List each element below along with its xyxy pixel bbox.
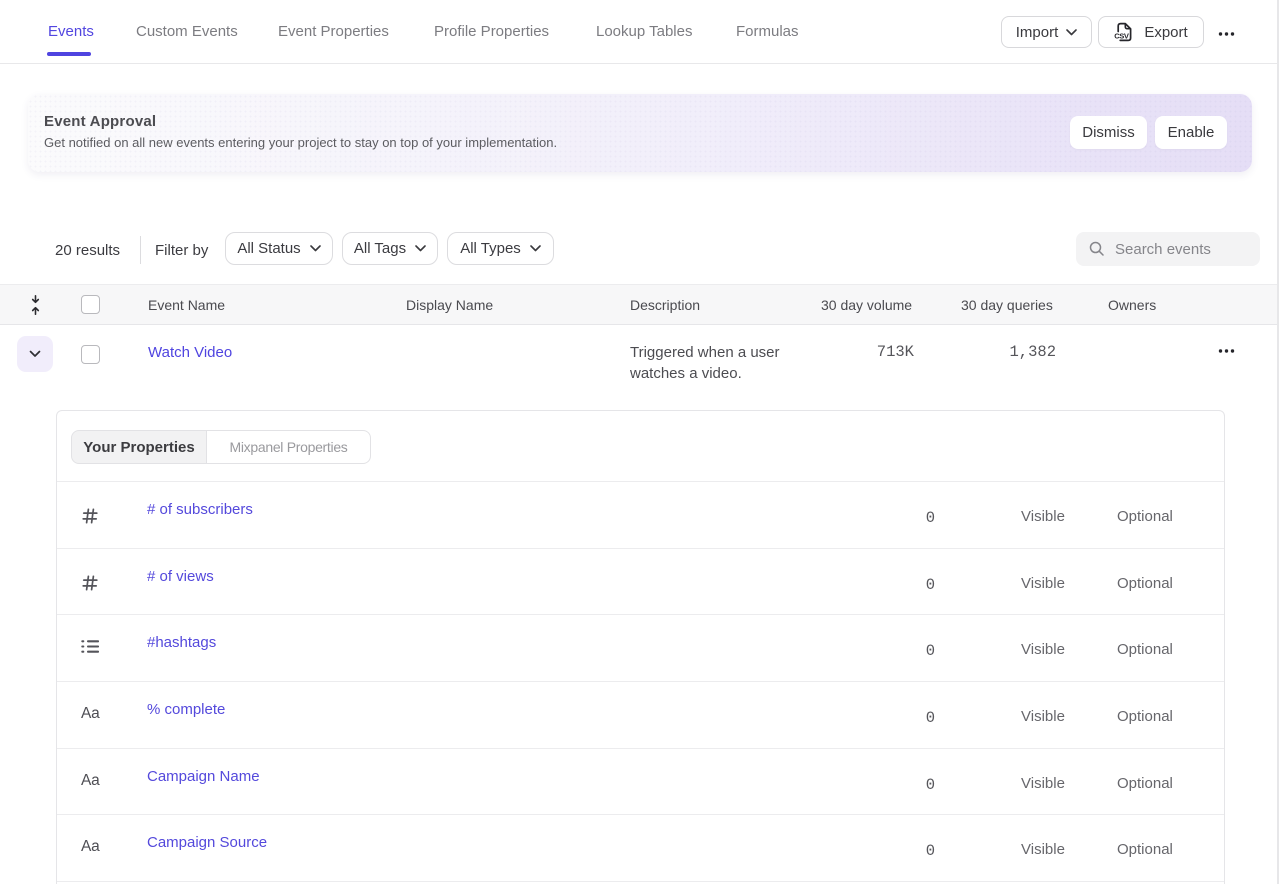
svg-text:CSV: CSV — [1115, 32, 1131, 41]
